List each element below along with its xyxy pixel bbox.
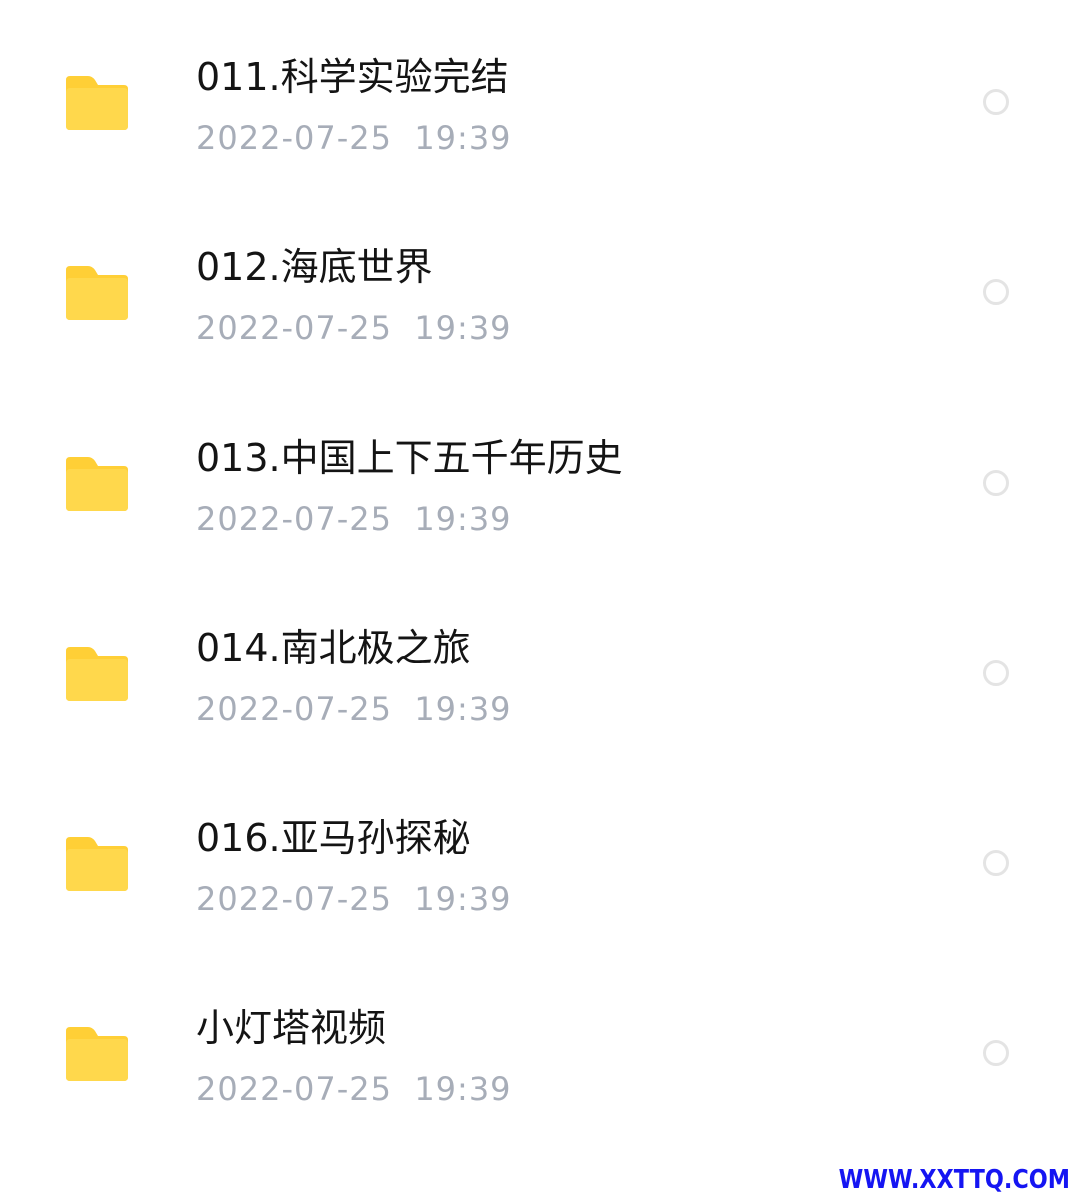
modified-date: 2022-07-25 19:39 bbox=[196, 119, 512, 157]
folder-icon bbox=[66, 457, 128, 511]
folder-icon bbox=[66, 1027, 128, 1081]
modified-date: 2022-07-25 19:39 bbox=[196, 880, 512, 918]
folder-item[interactable]: 小灯塔视频 2022-07-25 19:39 bbox=[0, 951, 1076, 1141]
folder-name: 014.南北极之旅 bbox=[196, 626, 471, 670]
modified-date: 2022-07-25 19:39 bbox=[196, 1070, 512, 1108]
folder-item[interactable]: 012.海底世界 2022-07-25 19:39 bbox=[0, 190, 1076, 380]
select-radio-button[interactable] bbox=[983, 89, 1009, 115]
folder-name: 012.海底世界 bbox=[196, 245, 433, 289]
folder-item[interactable]: 011.科学实验完结 2022-07-25 19:39 bbox=[0, 0, 1076, 190]
folder-name: 011.科学实验完结 bbox=[196, 55, 509, 99]
folder-item[interactable]: 014.南北极之旅 2022-07-25 19:39 bbox=[0, 571, 1076, 761]
modified-date: 2022-07-25 19:39 bbox=[196, 690, 512, 728]
select-radio-button[interactable] bbox=[983, 850, 1009, 876]
folder-icon bbox=[66, 647, 128, 701]
folder-name: 016.亚马孙探秘 bbox=[196, 816, 471, 860]
select-radio-button[interactable] bbox=[983, 1040, 1009, 1066]
folder-name: 小灯塔视频 bbox=[196, 1006, 387, 1050]
folder-item[interactable]: 013.中国上下五千年历史 2022-07-25 19:39 bbox=[0, 381, 1076, 571]
folder-name: 013.中国上下五千年历史 bbox=[196, 436, 623, 480]
folder-icon bbox=[66, 76, 128, 130]
select-radio-button[interactable] bbox=[983, 470, 1009, 496]
watermark: WWW.XXTTQ.COM bbox=[838, 1165, 1070, 1195]
folder-icon bbox=[66, 266, 128, 320]
select-radio-button[interactable] bbox=[983, 660, 1009, 686]
modified-date: 2022-07-25 19:39 bbox=[196, 309, 512, 347]
modified-date: 2022-07-25 19:39 bbox=[196, 500, 512, 538]
folder-item[interactable]: 016.亚马孙探秘 2022-07-25 19:39 bbox=[0, 761, 1076, 951]
select-radio-button[interactable] bbox=[983, 279, 1009, 305]
folder-icon bbox=[66, 837, 128, 891]
